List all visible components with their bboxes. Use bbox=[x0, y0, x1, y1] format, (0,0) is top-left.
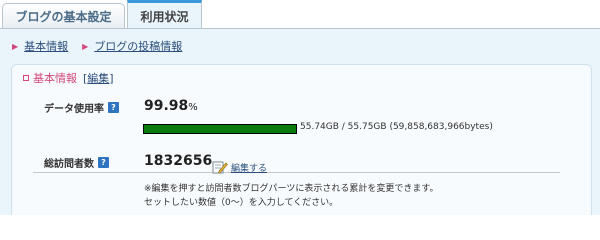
data-usage-caption: 55.74GB / 55.75GB (59,858,683,966bytes) bbox=[300, 122, 493, 132]
subnav-link-post-info[interactable]: ブログの投稿情報 bbox=[94, 38, 182, 54]
help-icon[interactable]: ? bbox=[108, 102, 119, 113]
visitors-label-row: 総訪問者数 ? bbox=[44, 155, 109, 170]
help-icon[interactable]: ? bbox=[98, 157, 109, 168]
usage-panel: ▶ 基本情報 ▶ ブログの投稿情報 基本情報 [編集] データ使用率 ? 99.… bbox=[0, 29, 600, 215]
data-usage-label-row: データ使用率 ? bbox=[44, 100, 119, 115]
visitors-edit-button[interactable]: 編集する bbox=[212, 160, 267, 174]
data-usage-percent-unit: % bbox=[188, 102, 198, 113]
visitors-label: 総訪問者数 bbox=[44, 159, 94, 170]
edit-pencil-icon bbox=[212, 161, 228, 174]
data-usage-percent: 99.98% bbox=[144, 98, 198, 114]
row-divider bbox=[33, 172, 560, 173]
visitors-count: 1832656 bbox=[144, 153, 213, 169]
visitors-note-line2: セットしたい数値（0〜）を入力してください。 bbox=[144, 198, 339, 208]
section-edit-link[interactable]: 編集 bbox=[87, 72, 109, 85]
section-edit: [編集] bbox=[83, 72, 114, 85]
section-title: 基本情報 bbox=[33, 72, 77, 85]
data-usage-progress-fill bbox=[144, 125, 296, 133]
tab-blog-basic-settings[interactable]: ブログの基本設定 bbox=[2, 3, 125, 28]
subnav-item-basic-info: ▶ 基本情報 bbox=[12, 38, 68, 54]
tab-blog-basic-settings-label: ブログの基本設定 bbox=[15, 9, 112, 24]
subnav-link-basic-info[interactable]: 基本情報 bbox=[24, 38, 68, 54]
visitors-note-line1: ※編集を押すと訪問者数ブログパーツに表示される累計を変更できます。 bbox=[144, 184, 439, 194]
triangle-right-icon: ▶ bbox=[12, 41, 19, 51]
subnav-item-post-info: ▶ ブログの投稿情報 bbox=[82, 38, 182, 54]
data-usage-progress-bar bbox=[143, 124, 297, 134]
section-header: 基本情報 [編集] bbox=[23, 70, 114, 86]
data-usage-percent-value: 99.98 bbox=[144, 98, 189, 114]
triangle-right-icon: ▶ bbox=[82, 41, 89, 51]
tab-usage-label: 利用状況 bbox=[140, 9, 189, 24]
data-usage-label: データ使用率 bbox=[44, 104, 104, 115]
sub-navigation: ▶ 基本情報 ▶ ブログの投稿情報 bbox=[12, 38, 196, 54]
visitors-edit-label: 編集する bbox=[231, 163, 268, 174]
tab-usage[interactable]: 利用状況 bbox=[127, 0, 202, 29]
square-bullet-icon bbox=[23, 75, 29, 81]
